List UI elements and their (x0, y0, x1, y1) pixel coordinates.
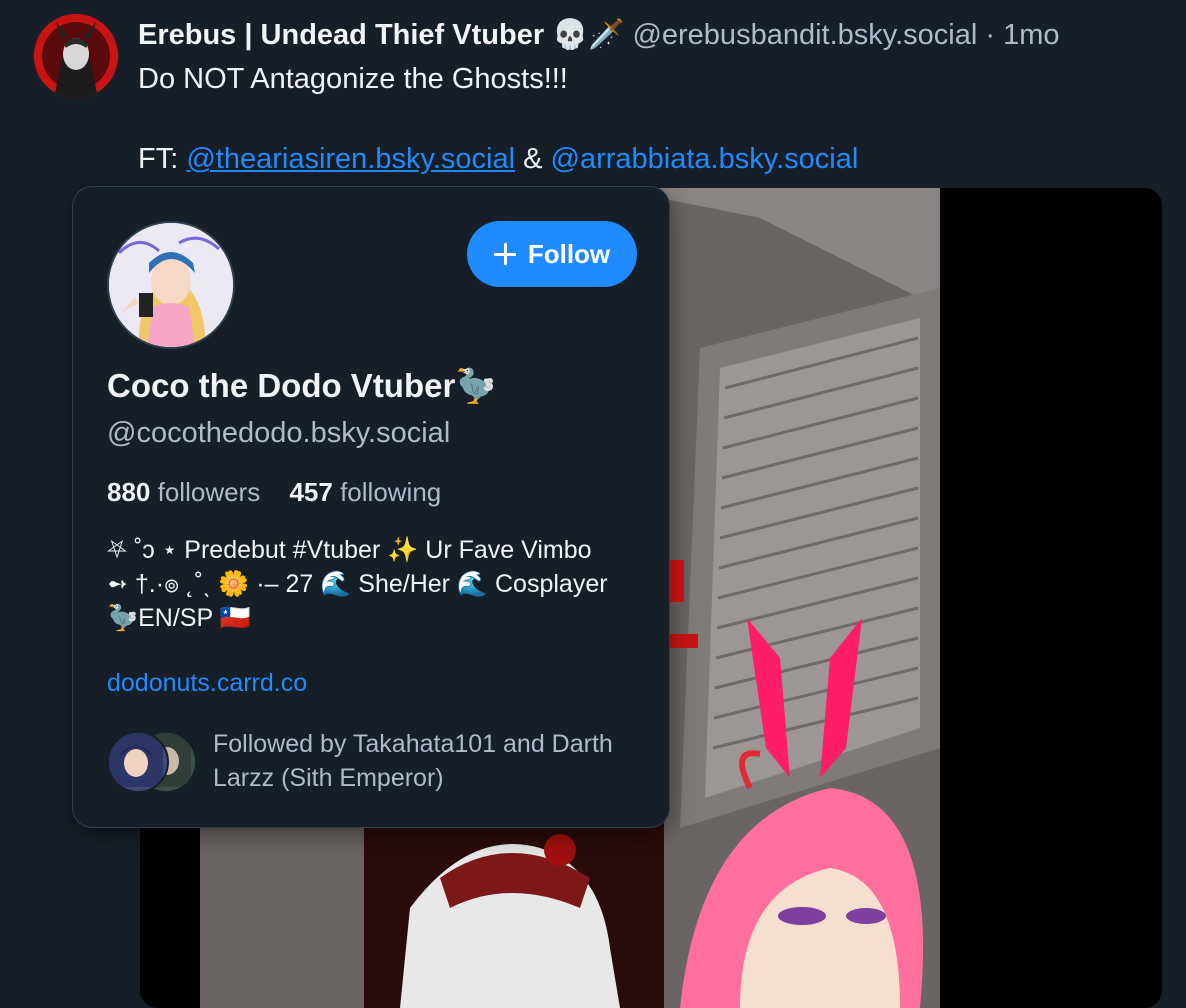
followed-by-text[interactable]: Followed by Takahata101 and Darth Larzz … (213, 727, 633, 795)
ampersand: & (523, 143, 543, 175)
profile-website-link[interactable]: dodonuts.carrd.co (107, 669, 307, 698)
author-avatar[interactable] (34, 14, 118, 98)
post-timestamp[interactable]: 1mo (1003, 19, 1059, 51)
followed-by-avatars (107, 731, 197, 793)
author-name[interactable]: Erebus | Undead Thief Vtuber 💀🗡️ (138, 19, 624, 51)
profile-avatar[interactable] (107, 221, 235, 349)
mention-link-theariasiren[interactable]: @theariasiren.bsky.social (186, 143, 515, 175)
author-handle[interactable]: @erebusbandit.bsky.social (632, 19, 977, 51)
profile-hover-card: Follow Coco the Dodo Vtuber🦤 @cocothedod… (72, 186, 670, 828)
profile-display-name[interactable]: Coco the Dodo Vtuber🦤 (107, 367, 496, 406)
plus-icon (493, 243, 516, 265)
post-mentions-line: FT: @theariasiren.bsky.social & @arrabbi… (138, 140, 858, 178)
follower-avatar-takahata[interactable] (107, 731, 169, 793)
ft-label: FT: (138, 143, 179, 175)
followers-count[interactable]: 880 (107, 477, 150, 507)
followers-label[interactable]: followers (158, 477, 261, 507)
separator-dot: · (985, 19, 996, 51)
mention-link-arrabbiata[interactable]: @arrabbiata.bsky.social (551, 143, 859, 175)
following-count[interactable]: 457 (289, 477, 332, 507)
profile-bio: ⛧ ˚ↄ ⋆ Predebut #Vtuber ✨ Ur Fave Vimbo … (107, 536, 608, 632)
follow-button[interactable]: Follow (467, 221, 637, 287)
profile-stats: 880 followers 457 following (107, 477, 463, 508)
follow-button-label: Follow (527, 238, 611, 269)
post-header: Erebus | Undead Thief Vtuber 💀🗡️ @erebus… (138, 16, 1060, 54)
following-label[interactable]: following (340, 477, 441, 507)
post-text: Do NOT Antagonize the Ghosts!!! (138, 63, 568, 95)
profile-handle[interactable]: @cocothedodo.bsky.social (107, 417, 450, 450)
